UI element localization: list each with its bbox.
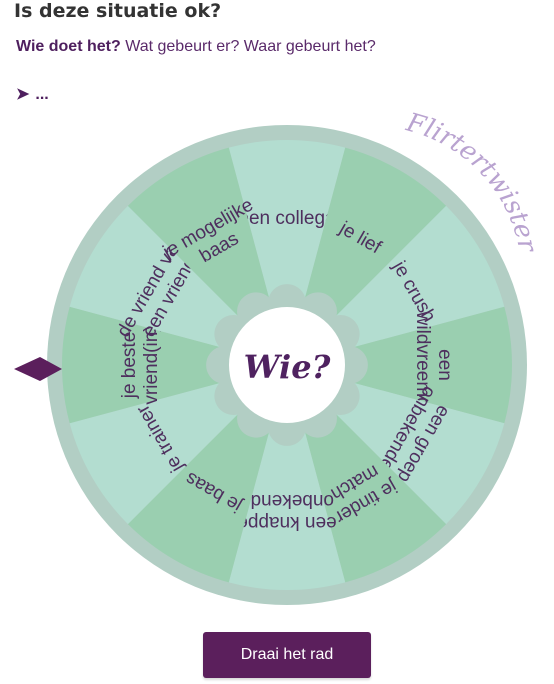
wheel-center-label: Wie?	[244, 348, 331, 386]
spin-button[interactable]: Draai het rad	[203, 632, 371, 678]
spin-wheel[interactable]: een collega je liefje crusheenwildvreemde…	[0, 0, 554, 630]
wheel-segment-label: een knappeonbekende	[237, 490, 336, 533]
